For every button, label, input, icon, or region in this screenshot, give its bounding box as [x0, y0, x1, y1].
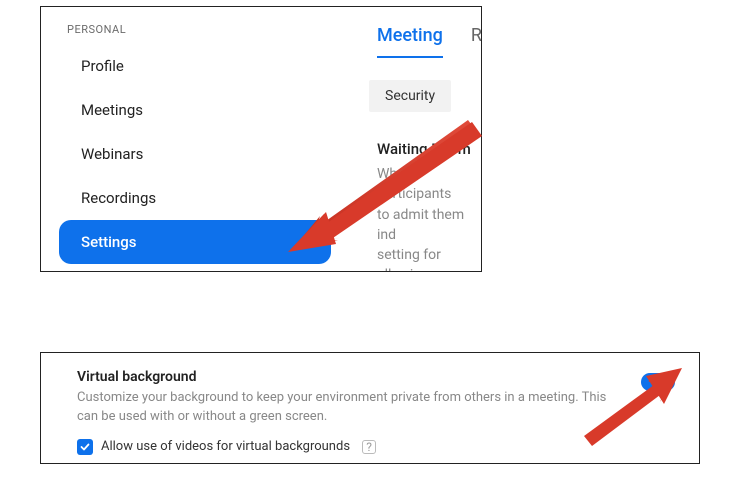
- tab-meeting[interactable]: Meeting: [377, 25, 443, 58]
- sidebar-item-meetings[interactable]: Meetings: [41, 88, 349, 132]
- check-icon: [80, 442, 90, 452]
- sidebar-item-profile[interactable]: Profile: [41, 44, 349, 88]
- settings-panel-top: PERSONAL Profile Meetings Webinars Recor…: [40, 6, 482, 272]
- security-section-chip[interactable]: Security: [369, 80, 451, 112]
- virtual-background-row: Virtual background Customize your backgr…: [77, 369, 675, 427]
- allow-videos-checkbox[interactable]: [77, 439, 93, 455]
- waiting-room-title: Waiting Room: [377, 140, 481, 158]
- virtual-background-title: Virtual background: [77, 369, 621, 385]
- sidebar: PERSONAL Profile Meetings Webinars Recor…: [41, 7, 349, 271]
- tab-recording[interactable]: Re: [471, 25, 481, 58]
- toggle-knob: [659, 375, 673, 389]
- allow-videos-row: Allow use of videos for virtual backgrou…: [77, 439, 675, 455]
- sidebar-item-recordings[interactable]: Recordings: [41, 176, 349, 220]
- virtual-background-panel: Virtual background Customize your backgr…: [40, 352, 700, 464]
- virtual-background-text: Virtual background Customize your backgr…: [77, 369, 641, 427]
- tabs: Meeting Re: [349, 25, 481, 58]
- sidebar-item-settings[interactable]: Settings: [59, 220, 331, 264]
- virtual-background-toggle[interactable]: [641, 373, 675, 391]
- allow-videos-label: Allow use of videos for virtual backgrou…: [101, 439, 350, 454]
- sidebar-section-header: PERSONAL: [41, 17, 349, 44]
- sidebar-item-webinars[interactable]: Webinars: [41, 132, 349, 176]
- info-icon[interactable]: ?: [362, 440, 376, 454]
- settings-content: Meeting Re Security Waiting Room When pa…: [349, 7, 481, 271]
- waiting-room-setting: Waiting Room When participants to admit …: [377, 140, 481, 271]
- waiting-room-desc: When participants to admit them ind sett…: [377, 164, 481, 271]
- virtual-background-desc: Customize your background to keep your e…: [77, 389, 621, 427]
- tab-content: Security Waiting Room When participants …: [349, 80, 481, 271]
